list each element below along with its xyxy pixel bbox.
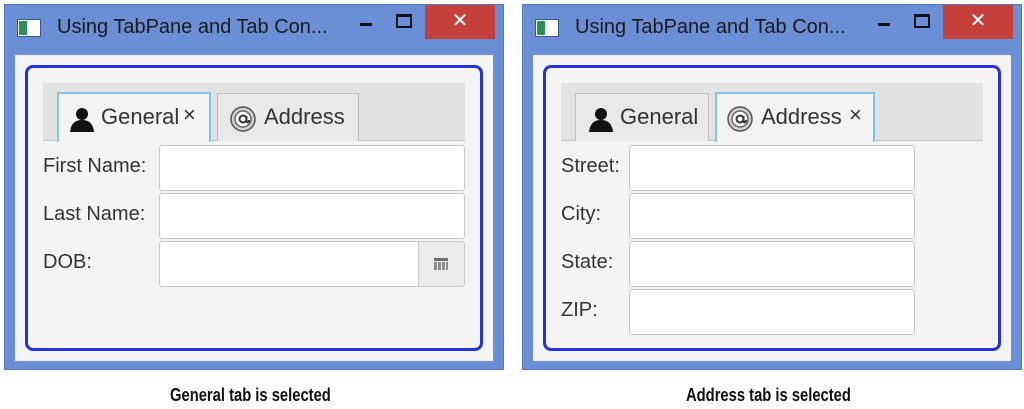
window-title: Using TabPane and Tab Con... <box>57 16 328 38</box>
date-picker-button[interactable] <box>418 241 465 287</box>
zip-input[interactable] <box>629 289 915 335</box>
city-input[interactable] <box>629 193 915 239</box>
minimize-button[interactable] <box>871 5 897 37</box>
dob-input[interactable] <box>159 241 419 287</box>
tab-close-icon[interactable]: × <box>183 102 196 128</box>
tab-close-icon[interactable]: × <box>849 102 862 128</box>
first-name-label: First Name: <box>43 155 147 177</box>
close-button[interactable]: ✕ <box>425 5 495 39</box>
dob-label: DOB: <box>43 251 92 273</box>
caption-general: General tab is selected <box>170 385 331 405</box>
minimize-button[interactable] <box>353 5 379 37</box>
state-input[interactable] <box>629 241 915 287</box>
caption-address: Address tab is selected <box>686 385 851 405</box>
client-area: General × Address First Name: Last Name: <box>15 55 493 361</box>
tab-general[interactable]: General <box>575 93 709 141</box>
title-bar[interactable]: Using TabPane and Tab Con... ✕ <box>5 5 503 51</box>
close-button[interactable]: ✕ <box>943 5 1013 39</box>
at-sign-icon <box>230 106 256 132</box>
maximize-icon <box>396 14 412 28</box>
tab-header: General Address × <box>561 83 983 142</box>
tab-address-label: Address <box>761 104 842 129</box>
minimize-icon <box>360 23 372 26</box>
app-icon <box>535 19 559 37</box>
client-area: General Address × Street: City: State: Z… <box>533 55 1011 361</box>
window-title: Using TabPane and Tab Con... <box>575 16 846 38</box>
window-general-selected: Using TabPane and Tab Con... ✕ General × <box>4 4 504 370</box>
first-name-input[interactable] <box>159 145 465 191</box>
maximize-button[interactable] <box>908 5 934 37</box>
tab-general-label: General <box>620 104 699 129</box>
street-input[interactable] <box>629 145 915 191</box>
tab-address-label: Address <box>264 104 345 129</box>
person-icon <box>70 108 94 132</box>
tab-address[interactable]: Address <box>217 93 359 141</box>
stage: Using TabPane and Tab Con... ✕ General × <box>0 0 1024 409</box>
title-bar[interactable]: Using TabPane and Tab Con... ✕ <box>523 5 1021 51</box>
app-icon <box>17 19 41 37</box>
window-address-selected: Using TabPane and Tab Con... ✕ General A… <box>522 4 1022 370</box>
tab-general-label: General <box>101 104 180 129</box>
state-label: State: <box>561 251 614 273</box>
tab-header: General × Address <box>43 83 465 142</box>
tab-general[interactable]: General × <box>57 92 211 142</box>
street-label: Street: <box>561 155 620 177</box>
calendar-icon <box>434 258 448 270</box>
city-label: City: <box>561 203 601 225</box>
last-name-input[interactable] <box>159 193 465 239</box>
last-name-label: Last Name: <box>43 203 146 225</box>
tab-address[interactable]: Address × <box>715 92 875 142</box>
zip-label: ZIP: <box>561 299 598 321</box>
person-icon <box>589 108 613 132</box>
at-sign-icon <box>727 106 753 132</box>
maximize-icon <box>914 14 930 28</box>
maximize-button[interactable] <box>390 5 416 37</box>
minimize-icon <box>878 23 890 26</box>
